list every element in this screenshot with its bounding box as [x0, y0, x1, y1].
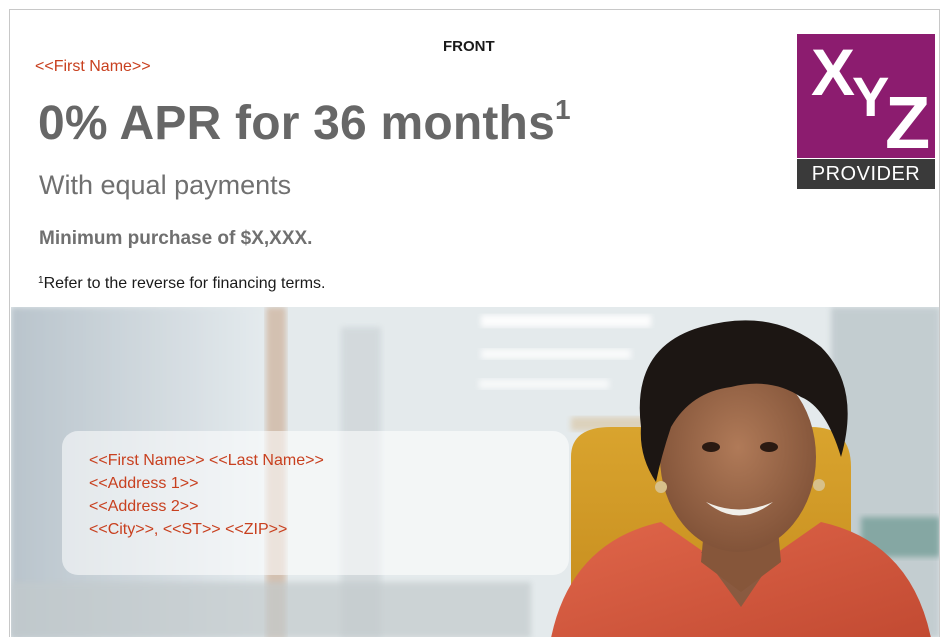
hero-photo: <<First Name>> <<Last Name>> <<Address 1…	[11, 307, 939, 637]
address-block: <<First Name>> <<Last Name>> <<Address 1…	[62, 431, 569, 575]
address-line-name: <<First Name>> <<Last Name>>	[89, 452, 324, 469]
headline-text: 0% APR for 36 months	[38, 97, 555, 150]
salutation-merge-field: <<First Name>>	[35, 58, 151, 75]
logo-label: PROVIDER	[797, 159, 935, 189]
address-line-1: <<Address 1>>	[89, 475, 199, 492]
provider-logo: X Y Z PROVIDER	[797, 34, 935, 198]
side-label: FRONT	[443, 38, 495, 55]
footnote-text: Refer to the reverse for financing terms…	[43, 275, 326, 292]
logo-letter-x: X	[811, 35, 856, 109]
subheadline: With equal payments	[39, 170, 292, 200]
footnote: 1Refer to the reverse for financing term…	[38, 275, 325, 293]
headline-footnote-mark: 1	[554, 94, 571, 125]
address-line-city-state-zip: <<City>>, <<ST>> <<ZIP>>	[89, 521, 288, 538]
headline: 0% APR for 36 months1	[38, 96, 571, 151]
address-line-2: <<Address 2>>	[89, 498, 199, 515]
logo-letter-y: Y	[852, 65, 890, 128]
logo-letter-panel: X Y Z	[797, 34, 935, 164]
mailer-front-page: FRONT <<First Name>> 0% APR for 36 month…	[9, 9, 940, 637]
minimum-purchase-text: Minimum purchase of $X,XXX.	[39, 228, 313, 249]
logo-letter-z: Z	[885, 81, 931, 164]
